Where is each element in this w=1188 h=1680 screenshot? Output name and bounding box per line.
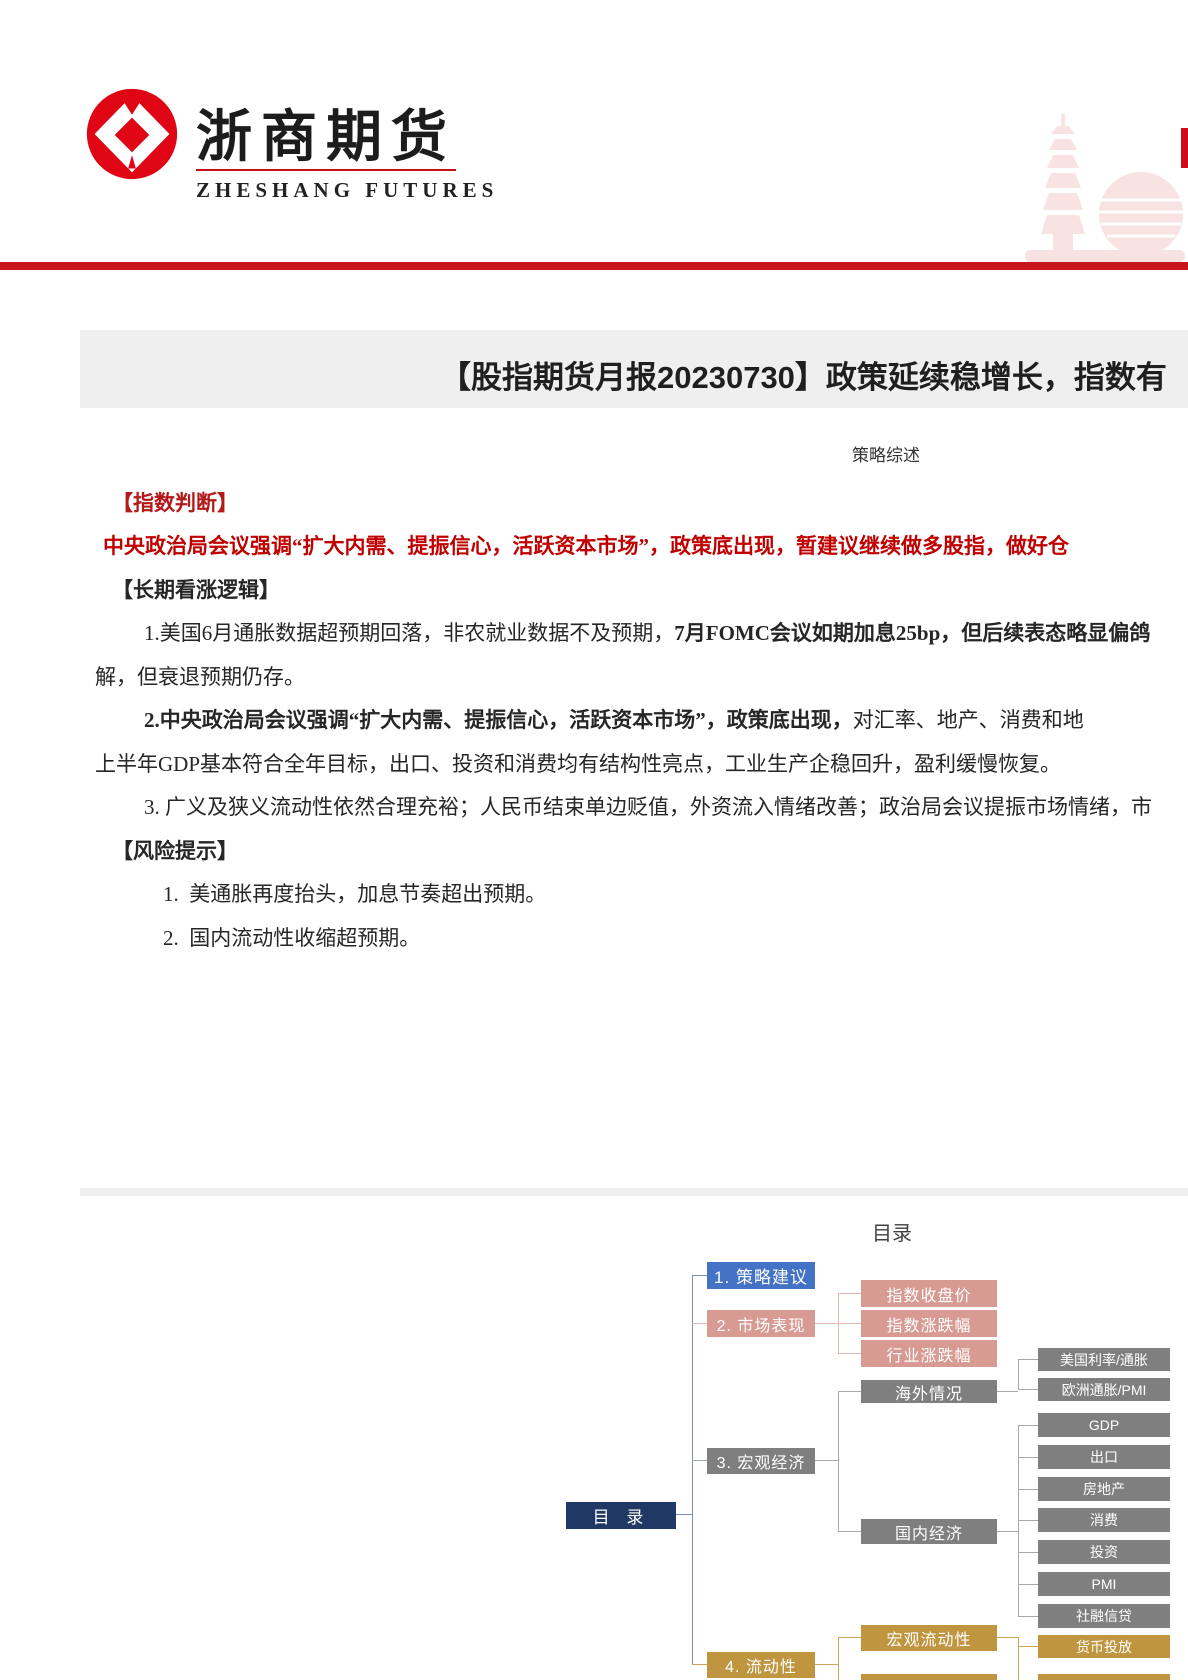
point1-bold-text: 7月FOMC会议如期加息25bp，但后续表态略显偏鸽 bbox=[674, 621, 1150, 645]
bullish-point-1: 1.美国6月通胀数据超预期回落，非农就业数据不及预期，7月FOMC会议如期加息2… bbox=[144, 617, 1150, 647]
toc-connector-line bbox=[838, 1293, 861, 1294]
brand-name-chinese: 浙商期货 bbox=[196, 92, 456, 173]
toc-node-realestate: 房地产 bbox=[1038, 1477, 1170, 1501]
toc-connector-line bbox=[692, 1275, 707, 1276]
toc-node-credit: 社融信贷 bbox=[1038, 1604, 1170, 1628]
toc-connector-line bbox=[838, 1353, 861, 1354]
toc-connector-line bbox=[838, 1391, 861, 1392]
toc-connector-line bbox=[838, 1531, 861, 1532]
risk-item-2: 2. 国内流动性收缩超预期。 bbox=[163, 922, 420, 952]
risk-item-1: 1. 美通胀再度抬头，加息节奏超出预期。 bbox=[163, 878, 546, 908]
toc-node-money-supply: 货币投放 bbox=[1038, 1635, 1170, 1658]
zheshang-logo-emblem bbox=[84, 86, 180, 182]
toc-node-domestic: 国内经济 bbox=[861, 1519, 997, 1544]
toc-node-index-close: 指数收盘价 bbox=[861, 1280, 997, 1307]
toc-connector-line bbox=[1018, 1359, 1038, 1360]
bullish-point-2: 2.中央政治局会议强调“扩大内需、提振信心，活跃资本市场”，政策底出现，对汇率、… bbox=[144, 704, 1084, 734]
brand-name-english: ZHESHANG FUTURES bbox=[196, 178, 498, 203]
toc-connector-line bbox=[1018, 1552, 1038, 1553]
bullish-point-3: 3. 广义及狭义流动性依然合理充裕；人民币结束单边贬值，外资流入情绪改善；政治局… bbox=[144, 791, 1152, 821]
toc-connector-line bbox=[1018, 1425, 1038, 1426]
toc-connector-line bbox=[838, 1637, 839, 1680]
toc-connector-line bbox=[1018, 1457, 1038, 1458]
toc-node-macro-liquidity: 宏观流动性 bbox=[861, 1625, 997, 1651]
toc-node-strategy: 1. 策略建议 bbox=[707, 1262, 815, 1289]
logo-underline bbox=[196, 169, 456, 171]
toc-node-overseas: 海外情况 bbox=[861, 1380, 997, 1403]
toc-connector-line bbox=[692, 1664, 707, 1665]
toc-connector-line bbox=[692, 1275, 693, 1665]
toc-connector-line bbox=[692, 1460, 707, 1461]
toc-node-consumption: 消费 bbox=[1038, 1508, 1170, 1532]
article-title-bar: 【股指期货月报20230730】政策延续稳增长，指数有 bbox=[80, 330, 1188, 408]
bullish-logic-heading: 【长期看涨逻辑】 bbox=[112, 574, 280, 604]
hangzhou-landmark-watermark-icon bbox=[995, 112, 1188, 264]
strategy-summary-subtitle: 策略综述 bbox=[852, 441, 920, 466]
point2-normal-text: 对汇率、地产、消费和地 bbox=[853, 708, 1084, 732]
toc-node-partial-bottom-right bbox=[1038, 1674, 1170, 1680]
report-page: 浙商期货 ZHESHANG FUTURES 【股指期货月报20230730】政策… bbox=[0, 0, 1188, 1680]
toc-node-macro: 3. 宏观经济 bbox=[707, 1448, 815, 1474]
toc-connector-line bbox=[997, 1391, 1018, 1392]
toc-connector-line bbox=[1018, 1646, 1038, 1647]
toc-node-pmi: PMI bbox=[1038, 1572, 1170, 1596]
article-title: 【股指期货月报20230730】政策延续稳增长，指数有 bbox=[440, 352, 1167, 397]
toc-connector-line bbox=[1018, 1637, 1019, 1680]
risk-heading: 【风险提示】 bbox=[112, 835, 238, 865]
header-red-divider bbox=[0, 262, 1188, 270]
toc-connector-line bbox=[997, 1531, 1018, 1532]
toc-node-gdp: GDP bbox=[1038, 1413, 1170, 1437]
toc-node-us-rates: 美国利率/通胀 bbox=[1038, 1348, 1170, 1371]
toc-node-root: 目 录 bbox=[566, 1502, 676, 1529]
toc-node-europe: 欧洲通胀/PMI bbox=[1038, 1378, 1170, 1401]
toc-connector-line bbox=[1018, 1616, 1038, 1617]
toc-connector-line bbox=[997, 1637, 1018, 1638]
bullish-point-1-continuation: 解，但衰退预期仍存。 bbox=[95, 661, 305, 691]
toc-heading: 目录 bbox=[842, 1217, 942, 1246]
toc-connector-line bbox=[815, 1460, 838, 1461]
index-judgment-text: 中央政治局会议强调“扩大内需、提振信心，活跃资本市场”，政策底出现，暂建议继续做… bbox=[103, 530, 1069, 560]
page-edge-red-flag bbox=[1181, 128, 1188, 168]
toc-node-investment: 投资 bbox=[1038, 1540, 1170, 1564]
toc-node-liquidity: 4. 流动性 bbox=[707, 1652, 815, 1678]
toc-node-partial-bottom-mid bbox=[861, 1674, 997, 1680]
toc-node-index-change: 指数涨跌幅 bbox=[861, 1310, 997, 1337]
toc-connector-line bbox=[1018, 1520, 1038, 1521]
point1-normal-text: 1.美国6月通胀数据超预期回落，非农就业数据不及预期， bbox=[144, 621, 674, 645]
toc-connector-line bbox=[1018, 1425, 1019, 1617]
bullish-point-2-continuation: 上半年GDP基本符合全年目标，出口、投资和消费均有结构性亮点，工业生产企稳回升，… bbox=[95, 748, 1061, 778]
toc-connector-line bbox=[1018, 1389, 1038, 1390]
toc-connector-line bbox=[815, 1664, 838, 1665]
index-judgment-heading: 【指数判断】 bbox=[112, 487, 238, 517]
toc-connector-line bbox=[815, 1323, 838, 1324]
toc-connector-line bbox=[1018, 1489, 1038, 1490]
toc-connector-line bbox=[1018, 1359, 1019, 1390]
toc-node-market: 2. 市场表现 bbox=[707, 1310, 815, 1337]
section-divider-band bbox=[80, 1188, 1188, 1196]
toc-node-sector-change: 行业涨跌幅 bbox=[861, 1340, 997, 1367]
toc-connector-line bbox=[838, 1391, 839, 1532]
toc-connector-line bbox=[692, 1323, 707, 1324]
toc-connector-line bbox=[676, 1514, 692, 1515]
toc-connector-line bbox=[1018, 1584, 1038, 1585]
toc-connector-line bbox=[838, 1323, 861, 1324]
point2-bold-text: 2.中央政治局会议强调“扩大内需、提振信心，活跃资本市场”，政策底出现， bbox=[144, 708, 853, 732]
toc-node-export: 出口 bbox=[1038, 1445, 1170, 1469]
toc-connector-line bbox=[838, 1637, 861, 1638]
